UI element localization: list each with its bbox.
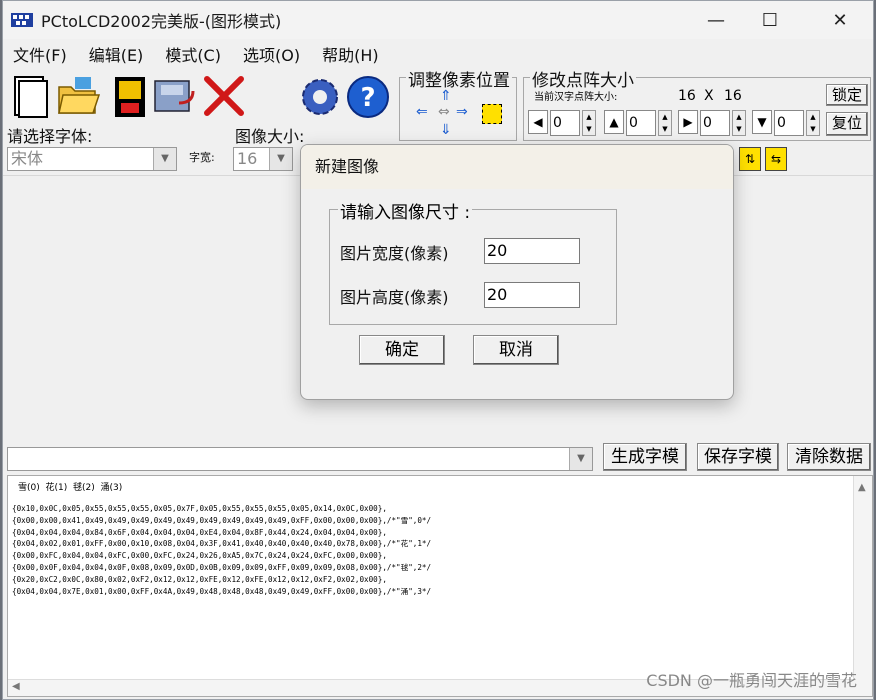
char-item[interactable]: 雪(0) <box>18 483 40 493</box>
ok-button[interactable]: 确定 <box>359 335 445 365</box>
image-size-group-title: 请输入图像尺寸 : <box>338 198 473 223</box>
menu-bar: 文件(F) 编辑(E) 模式(C) 选项(O) 帮助(H) <box>3 39 873 69</box>
title-bar[interactable]: PCtoLCD2002完美版-(图形模式) — ☐ ✕ <box>3 1 873 39</box>
width-select-value: 16 <box>237 149 258 168</box>
bottom-bar: ▼ 生成字模 保存字模 清除数据 <box>3 439 873 479</box>
menu-file[interactable]: 文件(F) <box>13 42 67 66</box>
move-down-icon[interactable]: ⇓ <box>440 122 452 138</box>
shrink-left-icon[interactable]: ◀ <box>528 110 548 134</box>
char-item[interactable]: 涌(3) <box>100 483 122 493</box>
width-input[interactable]: 20 <box>484 238 580 264</box>
export-icon[interactable] <box>153 73 199 119</box>
move-left-icon[interactable]: ⇐ <box>416 104 428 120</box>
spin-top-input[interactable]: 0 <box>626 110 656 136</box>
image-size-group: 请输入图像尺寸 : 图片宽度(像素) 20 图片高度(像素) 20 <box>329 198 617 325</box>
pixel-position-title: 调整像素位置 <box>406 66 512 91</box>
current-size-label: 当前汉字点阵大小: <box>534 92 618 103</box>
flip-horizontal-icon[interactable]: ⇆ <box>765 147 787 171</box>
code-line: {0x00,0x00,0x41,0x49,0x49,0x49,0x49,0x49… <box>12 515 432 525</box>
code-line: {0x00,0xFC,0x04,0x04,0xFC,0x00,0xFC,0x24… <box>12 551 387 561</box>
output-format-combo[interactable]: ▼ <box>7 447 593 471</box>
chevron-down-icon[interactable]: ▼ <box>569 448 592 470</box>
menu-options[interactable]: 选项(O) <box>243 42 300 66</box>
lock-button[interactable]: 锁定 <box>826 84 868 106</box>
scroll-left-icon[interactable]: ◀ <box>12 681 20 692</box>
maximize-button[interactable]: ☐ <box>747 1 793 39</box>
width-select-label: 字宽: <box>189 151 215 164</box>
font-select-value: 宋体 <box>11 149 44 168</box>
current-width-value: 16 <box>678 88 696 104</box>
width-label: 图片宽度(像素) <box>340 244 449 263</box>
code-line: {0x10,0x0C,0x05,0x55,0x55,0x55,0x05,0x7F… <box>12 504 387 513</box>
window-title: PCtoLCD2002完美版-(图形模式) <box>41 12 282 31</box>
spin-bottom-input[interactable]: 0 <box>774 110 804 136</box>
center-icon[interactable] <box>482 104 502 124</box>
spin-bottom-arrows[interactable]: ▲ ▼ <box>806 110 820 136</box>
dialog-title[interactable]: 新建图像 <box>301 145 733 189</box>
output-text-area[interactable]: 雪(0) 花(1) 毬(2) 涌(3) {0x10,0x0C,0x05,0x55… <box>7 475 873 697</box>
code-line: {0x20,0xC2,0x0C,0x80,0x02,0xF2,0x12,0x12… <box>12 574 387 584</box>
close-button[interactable]: ✕ <box>817 1 863 39</box>
chevron-down-icon[interactable]: ▼ <box>269 148 292 170</box>
char-item[interactable]: 毬(2) <box>73 483 95 493</box>
menu-mode[interactable]: 模式(C) <box>165 42 221 66</box>
move-center-icon[interactable]: ⇔ <box>438 104 450 120</box>
font-select-label: 请选择字体: <box>7 127 93 146</box>
current-height-value: 16 <box>724 88 742 104</box>
code-line: {0x04,0x04,0x7E,0x01,0x00,0xFF,0x4A,0x49… <box>12 586 432 596</box>
char-item[interactable]: 花(1) <box>45 483 67 493</box>
flip-vertical-icon[interactable]: ⇅ <box>739 147 761 171</box>
delete-icon[interactable] <box>201 73 247 119</box>
height-input[interactable]: 20 <box>484 282 580 308</box>
char-list: 雪(0) 花(1) 毬(2) 涌(3) <box>18 480 122 493</box>
menu-edit[interactable]: 编辑(E) <box>89 42 144 66</box>
gear-icon[interactable] <box>297 73 343 119</box>
chevron-down-icon[interactable]: ▼ <box>153 148 176 170</box>
code-output: {0x10,0x0C,0x05,0x55,0x55,0x55,0x05,0x7F… <box>12 503 431 597</box>
spin-left-arrows[interactable]: ▲ ▼ <box>582 110 596 136</box>
width-select[interactable]: 16 ▼ <box>233 147 293 171</box>
spin-left-input[interactable]: 0 <box>550 110 580 136</box>
save-disk-icon[interactable] <box>107 73 153 119</box>
spin-right-input[interactable]: 0 <box>700 110 730 136</box>
open-folder-icon[interactable] <box>55 73 101 119</box>
new-file-icon[interactable] <box>9 73 55 119</box>
code-line: {0x00,0x0F,0x04,0x04,0x0F,0x08,0x09,0x0D… <box>12 562 432 572</box>
generate-button[interactable]: 生成字模 <box>603 443 687 471</box>
minimize-button[interactable]: — <box>693 1 739 39</box>
watermark: CSDN @一瓶勇闯天涯的雪花 <box>646 671 857 690</box>
spin-right-arrows[interactable]: ▲ ▼ <box>732 110 746 136</box>
help-icon[interactable]: ? <box>345 73 391 119</box>
vertical-scrollbar[interactable]: ▲ <box>853 476 872 696</box>
app-icon <box>11 13 33 27</box>
matrix-size-group: 修改点阵大小 当前汉字点阵大小: 16 X 16 锁定 复位 ◀ 0 ▲ ▼ ▲ … <box>523 66 871 141</box>
move-right-icon[interactable]: ⇒ <box>456 104 468 120</box>
font-select[interactable]: 宋体 ▼ <box>7 147 177 171</box>
move-up-icon[interactable]: ⇑ <box>440 88 452 104</box>
new-image-dialog: 新建图像 请输入图像尺寸 : 图片宽度(像素) 20 图片高度(像素) 20 确… <box>300 144 734 400</box>
pixel-position-group: 调整像素位置 ⇑ ⇐ ⇔ ⇒ ⇓ <box>399 66 517 141</box>
cancel-button[interactable]: 取消 <box>473 335 559 365</box>
code-line: {0x04,0x04,0x04,0x84,0x6F,0x04,0x04,0x04… <box>12 527 387 537</box>
shrink-right-icon[interactable]: ▶ <box>678 110 698 134</box>
size-x-separator: X <box>704 88 714 104</box>
toolbar: ? 调整像素位置 ⇑ ⇐ ⇔ ⇒ ⇓ 修改点阵大小 当前汉字点阵大小: 16 X… <box>3 66 873 141</box>
spin-top-arrows[interactable]: ▲ ▼ <box>658 110 672 136</box>
reset-button[interactable]: 复位 <box>826 112 868 136</box>
code-line: {0x04,0x02,0x01,0xFF,0x00,0x10,0x08,0x04… <box>12 539 432 549</box>
menu-help[interactable]: 帮助(H) <box>322 42 379 66</box>
clear-data-button[interactable]: 清除数据 <box>787 443 871 471</box>
height-label: 图片高度(像素) <box>340 288 449 307</box>
save-font-button[interactable]: 保存字模 <box>697 443 779 471</box>
image-size-label: 图像大小: <box>235 127 305 146</box>
shrink-bottom-icon[interactable]: ▼ <box>752 110 772 134</box>
scroll-up-icon[interactable]: ▲ <box>858 482 866 493</box>
svg-text:?: ? <box>360 83 375 113</box>
shrink-top-icon[interactable]: ▲ <box>604 110 624 134</box>
